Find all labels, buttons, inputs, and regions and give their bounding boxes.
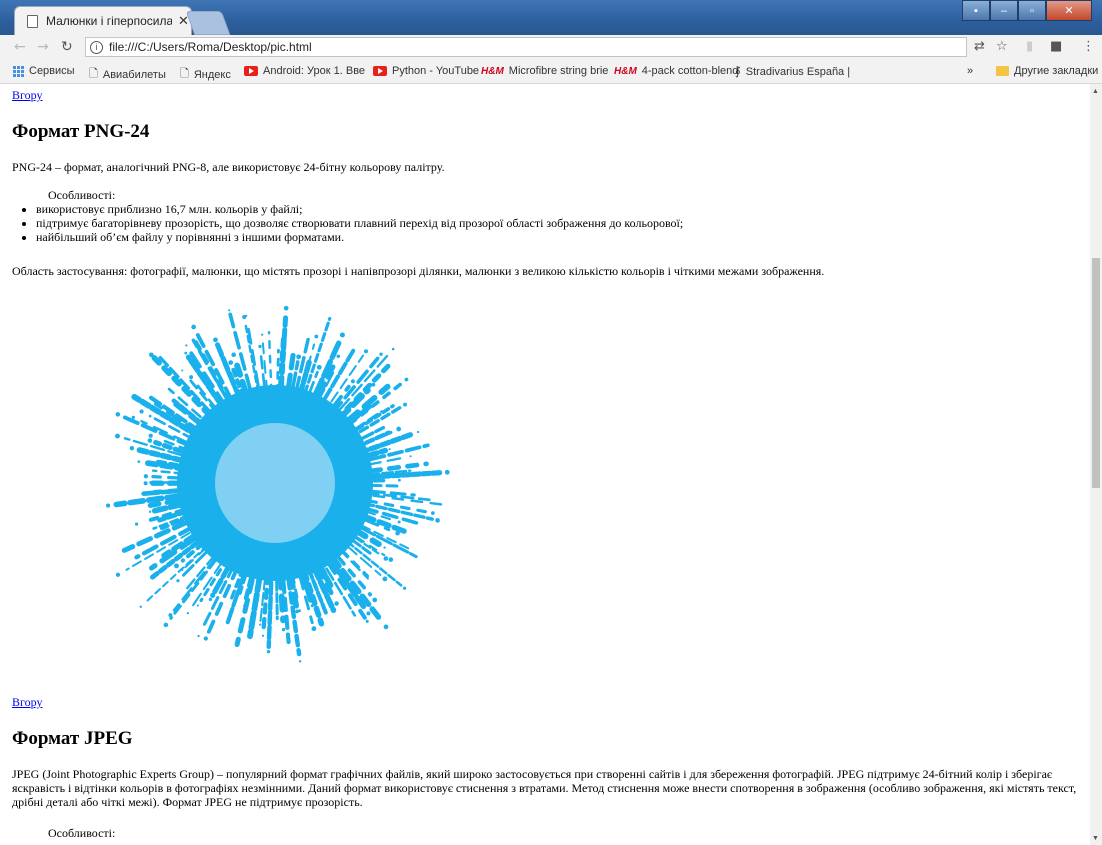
- bookmark-avia[interactable]: 🗋 Авиабилеты: [89, 65, 166, 84]
- forward-icon[interactable]: →: [37, 39, 49, 55]
- bookmark-label: Microfibre string brie: [508, 65, 609, 77]
- list-item: найбільший об’єм файлу у порівнянні з ін…: [36, 230, 683, 244]
- youtube-icon: [244, 66, 258, 76]
- bookmark-label: 4-pack cotton-blend: [641, 65, 739, 77]
- hm-icon: H&M: [481, 65, 504, 77]
- title-bar: Малюнки і гіперпосилан ✕ ▪ – ▫ ✕: [0, 0, 1102, 35]
- reload-icon[interactable]: ↻: [61, 39, 73, 55]
- extension-icon-2[interactable]: ■: [1050, 39, 1062, 54]
- heading-png24: Формат PNG-24: [12, 121, 150, 142]
- vertical-scrollbar[interactable]: ▲ ▼: [1090, 84, 1102, 845]
- page-content: Вгору Формат PNG-24 PNG-24 – формат, ана…: [0, 84, 1090, 845]
- hm-icon: H&M: [614, 65, 637, 77]
- bookmark-label: Яндекс: [193, 68, 231, 81]
- minimize-button[interactable]: –: [990, 0, 1018, 21]
- window-switch-button[interactable]: ▪: [962, 0, 990, 21]
- scrollbar-thumb[interactable]: [1092, 258, 1100, 488]
- browser-tab[interactable]: Малюнки і гіперпосилан ✕: [14, 6, 192, 35]
- extension-icon[interactable]: ▮: [1026, 39, 1033, 54]
- usage-text: Область застосування: фотографії, малюнк…: [12, 264, 825, 278]
- features-label-jpeg: Особливості:: [48, 826, 116, 840]
- youtube-icon: [373, 66, 387, 76]
- more-bookmarks-button[interactable]: »: [967, 65, 973, 77]
- other-bookmarks[interactable]: Другие закладки: [996, 65, 1098, 77]
- menu-icon[interactable]: ⋮: [1082, 39, 1095, 54]
- stradivarius-icon: ∮: [735, 66, 741, 78]
- bookmark-services[interactable]: Сервисы: [13, 65, 75, 77]
- browser-toolbar: ← → ↻ i file:///C:/Users/Roma/Desktop/pi…: [0, 35, 1102, 60]
- bookmark-yandex[interactable]: 🗋 Яндекс: [180, 65, 231, 84]
- bookmark-python[interactable]: Python - YouTube: [373, 65, 479, 77]
- list-item: використовує приблизно 16,7 млн. кольорі…: [36, 202, 683, 216]
- png24-splash-image: [106, 305, 450, 663]
- png24-description: PNG-24 – формат, аналогічний PNG-8, але …: [12, 160, 445, 174]
- back-to-top-link-2[interactable]: Вгору: [12, 695, 42, 709]
- maximize-button[interactable]: ▫: [1018, 0, 1046, 21]
- document-icon: [27, 14, 38, 28]
- tab-title: Малюнки і гіперпосилан: [46, 14, 172, 28]
- folder-icon: [996, 66, 1009, 76]
- bookmark-stradivarius[interactable]: ∮ Stradivarius España |: [735, 65, 851, 79]
- page-icon: 🗋: [89, 68, 98, 80]
- bookmark-star-icon[interactable]: ☆: [996, 39, 1008, 54]
- scroll-up-icon[interactable]: ▲: [1092, 87, 1099, 95]
- page-icon: 🗋: [180, 68, 189, 80]
- bookmark-hm-1[interactable]: H&M Microfibre string brie: [481, 65, 608, 77]
- close-window-button[interactable]: ✕: [1046, 0, 1092, 21]
- scroll-down-icon[interactable]: ▼: [1092, 834, 1099, 842]
- bookmark-label: Stradivarius España |: [745, 65, 851, 78]
- address-bar[interactable]: i file:///C:/Users/Roma/Desktop/pic.html: [85, 37, 967, 57]
- new-tab-button[interactable]: [185, 11, 231, 35]
- heading-jpeg: Формат JPEG: [12, 728, 133, 749]
- bookmark-label: Авиабилеты: [102, 68, 166, 81]
- bookmark-hm-2[interactable]: H&M 4-pack cotton-blend: [614, 65, 738, 77]
- bookmarks-bar: Сервисы 🗋 Авиабилеты 🗋 Яндекс Android: У…: [0, 60, 1102, 84]
- bookmark-label: Другие закладки: [1014, 65, 1099, 77]
- features-label: Особливості:: [48, 188, 116, 202]
- apps-icon: [13, 65, 24, 77]
- window-controls: ▪ – ▫ ✕: [962, 0, 1092, 21]
- bookmark-label: Android: Урок 1. Вве: [263, 65, 366, 77]
- info-icon[interactable]: i: [90, 40, 103, 54]
- back-icon[interactable]: ←: [14, 39, 26, 55]
- list-item: підтримує багаторівневу прозорість, що д…: [36, 216, 683, 230]
- translate-icon[interactable]: ⇄: [974, 39, 985, 54]
- more-chevron-icon: »: [967, 65, 974, 77]
- png24-features-list: використовує приблизно 16,7 млн. кольорі…: [12, 202, 683, 244]
- bookmark-label: Сервисы: [29, 65, 75, 77]
- jpeg-description: JPEG (Joint Photographic Experts Group) …: [12, 767, 1077, 809]
- bookmark-label: Python - YouTube: [392, 65, 480, 77]
- url-text: file:///C:/Users/Roma/Desktop/pic.html: [109, 40, 312, 54]
- back-to-top-link[interactable]: Вгору: [12, 88, 42, 102]
- bookmark-android[interactable]: Android: Урок 1. Вве: [244, 65, 365, 77]
